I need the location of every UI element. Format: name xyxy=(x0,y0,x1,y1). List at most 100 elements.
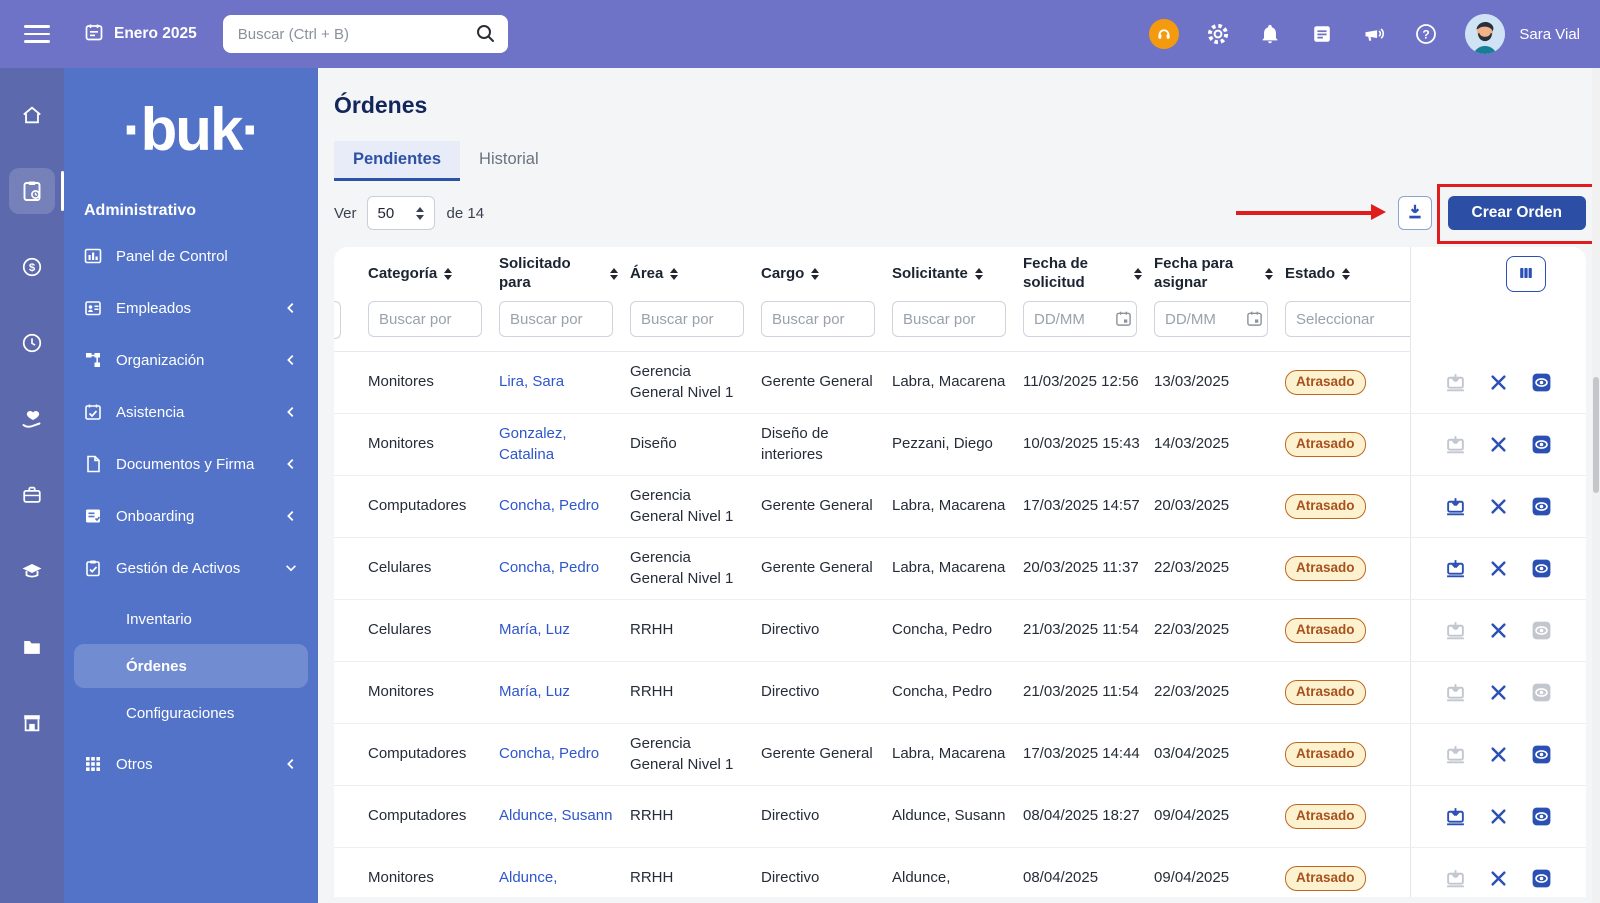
chevron-left-icon xyxy=(284,405,298,419)
filter-categoria-input[interactable] xyxy=(368,301,482,337)
user-avatar[interactable] xyxy=(1465,14,1505,54)
period-selector[interactable]: Enero 2025 xyxy=(84,22,197,47)
scrollbar-thumb[interactable] xyxy=(1593,377,1599,493)
status-badge: Atrasado xyxy=(1285,618,1366,643)
filter-fecha-solicitud-input[interactable] xyxy=(1023,301,1137,337)
view-icon[interactable] xyxy=(1531,868,1553,890)
assistant-icon[interactable] xyxy=(1149,19,1179,49)
column-settings-button[interactable] xyxy=(1506,256,1546,292)
sidebar-item-organizacion[interactable]: Organización xyxy=(64,334,318,386)
column-header-fecha-solicitud[interactable]: Fecha de solicitud xyxy=(1015,255,1146,293)
filter-estado-select[interactable] xyxy=(1285,301,1410,337)
column-header-estado[interactable]: Estado xyxy=(1277,265,1410,284)
view-icon[interactable] xyxy=(1531,434,1553,456)
column-header-cargo[interactable]: Cargo xyxy=(753,265,884,284)
page-scrollbar[interactable] xyxy=(1592,68,1600,903)
view-icon[interactable] xyxy=(1531,496,1553,518)
sidebar-subitem-configuraciones[interactable]: Configuraciones xyxy=(74,690,308,736)
cancel-icon[interactable] xyxy=(1488,806,1510,828)
column-header-categoria[interactable]: Categoría xyxy=(360,265,491,284)
view-icon[interactable] xyxy=(1531,806,1553,828)
filter-solicitante-input[interactable] xyxy=(892,301,1006,337)
sidebar-item-documentos-y-firma[interactable]: Documentos y Firma xyxy=(64,438,318,490)
cancel-icon[interactable] xyxy=(1488,434,1510,456)
cell-solicitado-para-link[interactable]: Lira, Sara xyxy=(491,352,622,413)
cancel-icon[interactable] xyxy=(1488,620,1510,642)
create-order-button[interactable]: Crear Orden xyxy=(1448,196,1586,230)
cell-solicitado-para-link[interactable]: María, Luz xyxy=(491,600,622,661)
filter-cargo-input[interactable] xyxy=(761,301,875,337)
rail-training-icon[interactable] xyxy=(9,548,55,594)
tabs: Pendientes Historial xyxy=(334,141,1586,181)
rail-marketplace-icon[interactable] xyxy=(9,700,55,746)
column-header-area[interactable]: Área xyxy=(622,265,753,284)
sidebar-item-gestion-de-activos[interactable]: Gestión de Activos xyxy=(64,542,318,594)
rail-asset-management-icon[interactable] xyxy=(9,168,55,214)
filter-solicitado-para-input[interactable] xyxy=(499,301,613,337)
table-row: Monitores Lira, Sara Gerencia General Ni… xyxy=(334,352,1586,414)
view-icon[interactable] xyxy=(1531,558,1553,580)
cell-solicitado-para-link[interactable]: Gonzalez, Catalina xyxy=(491,414,622,475)
cell-solicitado-para-link[interactable]: María, Luz xyxy=(491,662,622,723)
sidebar-item-empleados[interactable]: Empleados xyxy=(64,282,318,334)
cell-area: RRHH xyxy=(622,848,753,897)
chart-icon xyxy=(84,247,102,265)
assign-device-icon[interactable] xyxy=(1445,496,1467,518)
rail-documents-icon[interactable] xyxy=(9,624,55,670)
view-icon[interactable] xyxy=(1531,372,1553,394)
sidebar-item-otros[interactable]: Otros xyxy=(64,738,318,790)
settings-gear-icon[interactable] xyxy=(1205,21,1231,47)
hamburger-menu-icon[interactable] xyxy=(24,25,50,43)
view-icon[interactable] xyxy=(1531,744,1553,766)
sidebar-item-onboarding[interactable]: Onboarding xyxy=(64,490,318,542)
filter-fecha-asignar-input[interactable] xyxy=(1154,301,1268,337)
assign-device-icon[interactable] xyxy=(1445,558,1467,580)
cell-solicitado-para-link[interactable]: Aldunce, Susann xyxy=(491,786,622,847)
cell-solicitado-para-link[interactable]: Concha, Pedro xyxy=(491,476,622,537)
cell-solicitante: Labra, Macarena xyxy=(884,476,1015,537)
sidebar-item-asistencia[interactable]: Asistencia xyxy=(64,386,318,438)
cancel-icon[interactable] xyxy=(1488,558,1510,580)
search-input[interactable] xyxy=(236,25,470,44)
cancel-icon[interactable] xyxy=(1488,372,1510,394)
rail-home-icon[interactable] xyxy=(9,92,55,138)
cancel-icon[interactable] xyxy=(1488,744,1510,766)
export-button[interactable] xyxy=(1398,196,1432,230)
actions-header xyxy=(1410,247,1586,352)
rail-time-icon[interactable] xyxy=(9,320,55,366)
cancel-icon[interactable] xyxy=(1488,868,1510,890)
column-header-solicitado-para[interactable]: Solicitado para xyxy=(491,255,622,293)
column-header-fecha-asignar[interactable]: Fecha para asignar xyxy=(1146,255,1277,293)
notes-icon[interactable] xyxy=(1309,21,1335,47)
module-rail: $ xyxy=(0,68,64,903)
help-icon[interactable]: ? xyxy=(1413,21,1439,47)
tab-historial[interactable]: Historial xyxy=(460,141,558,181)
assign-device-icon[interactable] xyxy=(1445,806,1467,828)
page-size-select[interactable]: 50 xyxy=(367,196,435,230)
rail-jobs-icon[interactable] xyxy=(9,472,55,518)
cancel-icon[interactable] xyxy=(1488,496,1510,518)
sidebar-subitem-ordenes[interactable]: Órdenes xyxy=(74,644,308,688)
announcements-megaphone-icon[interactable] xyxy=(1361,21,1387,47)
rail-payroll-icon[interactable]: $ xyxy=(9,244,55,290)
table-row: Computadores Aldunce, Susann RRHH Direct… xyxy=(334,786,1586,848)
cell-fecha-asignar: 09/04/2025 xyxy=(1146,786,1277,847)
sort-icon xyxy=(811,268,819,280)
search-icon[interactable] xyxy=(475,23,496,49)
column-header-solicitante[interactable]: Solicitante xyxy=(884,265,1015,284)
tab-pendientes[interactable]: Pendientes xyxy=(334,141,460,181)
cell-solicitado-para-link[interactable]: Concha, Pedro xyxy=(491,724,622,785)
cell-fecha-asignar: 14/03/2025 xyxy=(1146,414,1277,475)
rail-benefits-icon[interactable] xyxy=(9,396,55,442)
cancel-icon[interactable] xyxy=(1488,682,1510,704)
svg-text:$: $ xyxy=(29,262,36,274)
notifications-bell-icon[interactable] xyxy=(1257,21,1283,47)
sidebar-subitem-inventario[interactable]: Inventario xyxy=(74,596,308,642)
sidebar-item-panel-de-control[interactable]: Panel de Control xyxy=(64,230,318,282)
cell-fecha-asignar: 09/04/2025 xyxy=(1146,848,1277,897)
filter-area-input[interactable] xyxy=(630,301,744,337)
cell-categoria: Celulares xyxy=(360,600,491,661)
cell-solicitado-para-link[interactable]: Aldunce, xyxy=(491,848,622,897)
columns-icon xyxy=(1516,264,1536,285)
cell-solicitado-para-link[interactable]: Concha, Pedro xyxy=(491,538,622,599)
